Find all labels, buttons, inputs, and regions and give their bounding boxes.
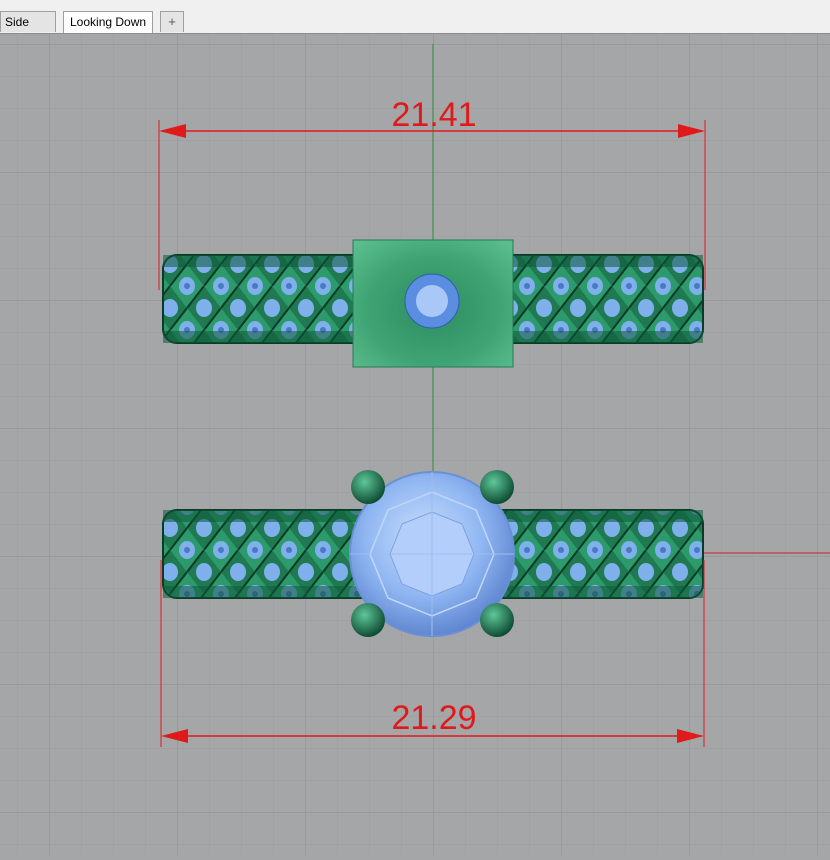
dimension-label-bottom: 21.29 xyxy=(391,699,476,737)
tab-side-view[interactable]: Side View xyxy=(0,11,56,49)
dimension-label-top: 21.41 xyxy=(391,96,476,134)
viewport-looking-down[interactable]: 21.41 21.29 xyxy=(0,34,830,855)
tab-looking-down[interactable]: Looking Down xyxy=(63,11,153,33)
top-ring-bezel xyxy=(352,239,514,368)
plus-icon: + xyxy=(168,14,176,29)
add-tab-button[interactable]: + xyxy=(160,11,184,32)
viewport-tab-bar: Side View Looking Down + xyxy=(0,0,830,49)
